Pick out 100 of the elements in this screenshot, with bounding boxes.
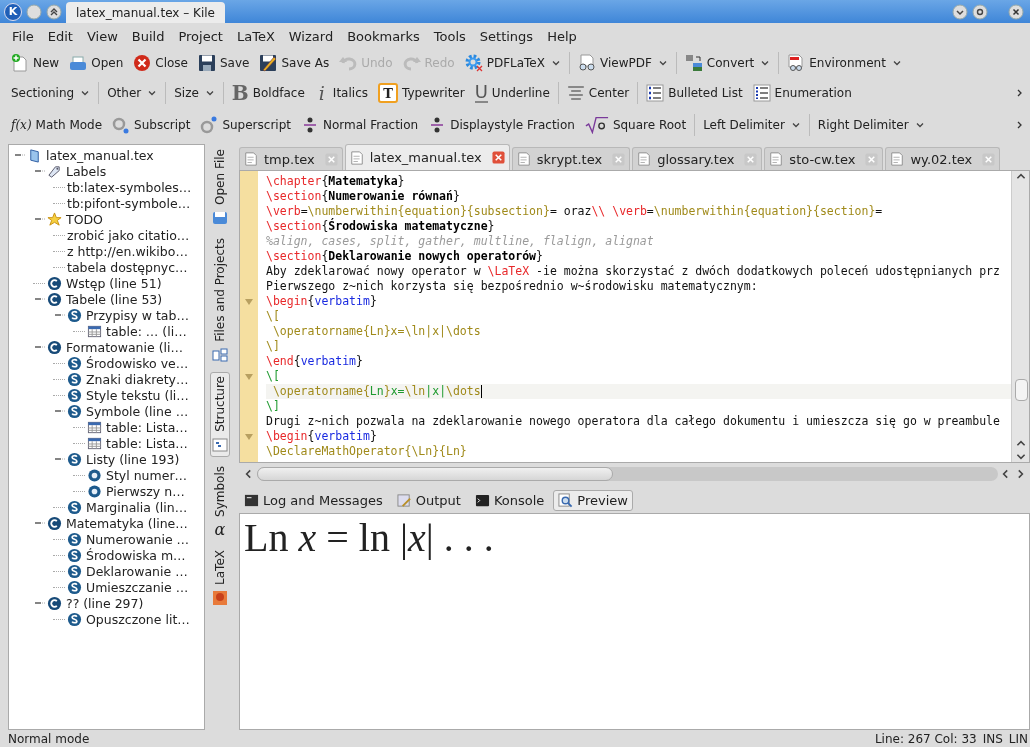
toolbar-button[interactable]: Size [169, 80, 220, 106]
tree-item[interactable]: z http://en.wikibo… [67, 243, 188, 259]
tree-item[interactable]: ?? (line 297) [66, 595, 144, 611]
menu-item[interactable]: View [80, 26, 124, 46]
side-tab[interactable]: LaTeX [211, 546, 229, 609]
menu-item[interactable]: Project [172, 26, 229, 46]
tree-item[interactable]: Tabele (line 53) [66, 291, 163, 307]
document-tab[interactable]: tmp.tex [239, 147, 343, 170]
tree-item[interactable]: Style tekstu (li… [86, 387, 189, 403]
minimize-button[interactable] [952, 3, 968, 20]
fold-marker-icon[interactable] [244, 296, 254, 307]
maximize-button[interactable] [972, 3, 988, 20]
scroll-thumb[interactable] [257, 467, 613, 481]
toolbar-button[interactable]: Square Root [579, 112, 692, 138]
toolbar-button[interactable]: Enumeration [747, 80, 857, 106]
tree-item[interactable]: zrobić jako citatio… [67, 227, 190, 243]
panel-tab[interactable]: Output [391, 489, 466, 511]
tree-item[interactable]: Listy (line 193) [86, 451, 180, 467]
panel-tab[interactable]: Preview [553, 489, 633, 511]
tree-item[interactable]: table: … (li… [106, 323, 187, 339]
tree-item[interactable]: Przypisy w tab… [86, 307, 189, 323]
tree-item[interactable]: Środowiska m… [86, 547, 186, 563]
toolbar-button[interactable]: Superscript [195, 112, 296, 138]
toolbar-button[interactable]: Save [192, 50, 255, 76]
menu-item[interactable]: Bookmarks [341, 26, 426, 46]
menu-item[interactable]: Build [125, 26, 171, 46]
tree-item[interactable]: Deklarowanie … [86, 563, 188, 579]
tree-item[interactable]: Labels [66, 163, 107, 179]
side-tab[interactable]: Files and Projects [211, 234, 229, 366]
menu-item[interactable]: LaTeX [230, 26, 281, 46]
tree-item[interactable]: Środowisko ve… [86, 355, 189, 371]
toolbar-button[interactable]: Displaystyle Fraction [423, 112, 580, 138]
overflow-chevron-icon[interactable] [1016, 88, 1024, 98]
toolbar-button[interactable]: Subscript [107, 112, 196, 138]
side-tab[interactable]: Open File [211, 146, 229, 229]
toolbar-button[interactable]: Normal Fraction [296, 112, 424, 138]
document-tab[interactable]: wy.02.tex [885, 147, 1001, 170]
toolbar-button[interactable]: Left Delimiter [698, 112, 806, 138]
toolbar-button[interactable]: Open [64, 50, 129, 76]
fold-marker-icon[interactable] [244, 371, 254, 382]
tree-item[interactable]: Marginalia (lin… [86, 499, 188, 515]
toolbar-button[interactable]: Other [102, 80, 163, 106]
toolbar-button[interactable]: PDFLaTeX [459, 50, 566, 76]
horizontal-scrollbar[interactable] [257, 467, 998, 481]
code-line: \chapter{Matematyka} [266, 174, 405, 189]
panel-tab[interactable]: Konsole [469, 489, 550, 511]
close-tab-icon[interactable] [491, 151, 505, 164]
document-tab[interactable]: latex_manual.tex [344, 144, 510, 170]
tree-item[interactable]: Symbole (line … [86, 403, 189, 419]
toolbar-button[interactable]: Environment [782, 50, 907, 76]
save-icon [212, 209, 228, 226]
tree-item[interactable]: Formatowanie (li… [66, 339, 183, 355]
tree-item[interactable]: tabela dostępnyc… [67, 259, 188, 275]
toolbar-button[interactable]: Close [128, 50, 193, 76]
tree-item[interactable]: Znaki diakrety… [86, 371, 189, 387]
fold-marker-icon[interactable] [244, 431, 254, 442]
tree-item[interactable]: Styl numer… [106, 467, 188, 483]
toolbar-button[interactable]: U Underline [469, 80, 555, 106]
toolbar-button[interactable]: f(x) Math Mode [6, 112, 108, 138]
tree-item[interactable]: table: Lista… [106, 435, 188, 451]
toolbar-button[interactable]: Bulleted List [641, 80, 748, 106]
toolbar-button[interactable]: Right Delimiter [812, 112, 930, 138]
document-tab[interactable]: sto-cw.tex [764, 147, 884, 170]
toolbar-button[interactable]: Center [561, 80, 635, 106]
tree-item[interactable]: Wstęp (line 51) [66, 275, 162, 291]
vertical-scrollbar[interactable] [1011, 171, 1029, 462]
tree-item[interactable]: tb:pifont-symbole… [67, 195, 191, 211]
side-tab[interactable]: Symbols α [212, 462, 228, 541]
document-tab[interactable]: skrypt.tex [511, 147, 631, 170]
tree-item[interactable]: Numerowanie … [86, 531, 190, 547]
scroll-thumb[interactable] [1015, 379, 1028, 401]
close-button[interactable] [1008, 3, 1024, 20]
menu-item[interactable]: Edit [41, 26, 79, 46]
menu-item[interactable]: Wizard [282, 26, 340, 46]
tree-item[interactable]: latex_manual.tex [46, 147, 154, 163]
tree-item[interactable]: Matematyka (line… [66, 515, 188, 531]
tree-item[interactable]: Opuszczone lit… [86, 611, 190, 627]
panel-tab[interactable]: Log and Messages [239, 489, 388, 511]
tree-item[interactable]: Umieszczanie … [86, 579, 189, 595]
toolbar-button[interactable]: Save As [254, 50, 335, 76]
toolbar-button[interactable]: New [6, 50, 65, 76]
side-tab[interactable]: Structure [210, 371, 230, 457]
tree-item[interactable]: TODO [66, 211, 103, 227]
toolbar-button[interactable]: Convert [679, 50, 776, 76]
document-tab[interactable]: glossary.tex [632, 147, 763, 170]
toolbar-button[interactable]: Sectioning [6, 80, 96, 106]
chapter-icon [47, 595, 62, 611]
tree-item[interactable]: table: Lista… [106, 419, 188, 435]
tree-item[interactable]: Pierwszy n… [106, 483, 185, 499]
menu-item[interactable]: Settings [473, 26, 540, 46]
tree-item[interactable]: tb:latex-symboles… [67, 179, 192, 195]
menu-item[interactable]: File [6, 26, 40, 46]
toolbar-button[interactable]: i Italics [309, 80, 373, 106]
keep-above-button[interactable] [46, 3, 62, 20]
toolbar-button[interactable]: T Typewriter [373, 80, 470, 106]
menu-item[interactable]: Tools [427, 26, 472, 46]
overflow-chevron-icon[interactable] [1016, 120, 1024, 130]
toolbar-button[interactable]: ViewPDF [572, 50, 673, 76]
table-icon [87, 323, 102, 339]
menu-item[interactable]: Help [541, 26, 583, 46]
